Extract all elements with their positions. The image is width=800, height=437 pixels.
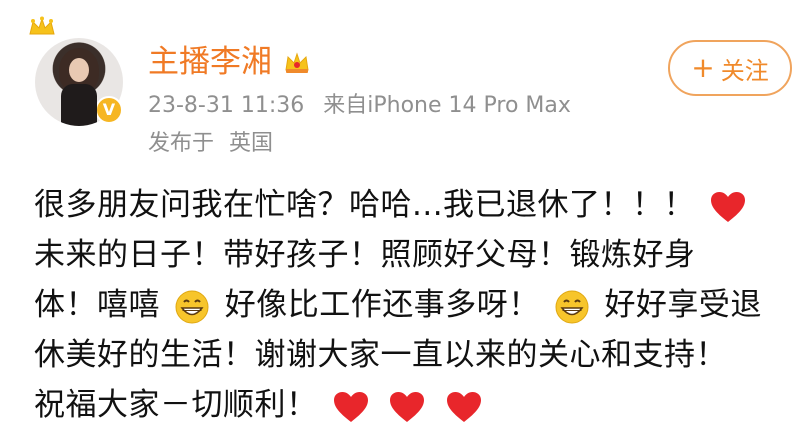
content-line: 未来的日子！带好孩子！照顾好父母！锻炼好身 — [34, 230, 798, 280]
author-row: 主播李湘 — [148, 42, 312, 82]
location-label: 发布于 — [148, 131, 215, 156]
location-value: 英国 — [229, 131, 274, 156]
content-line: 祝福大家－切顺利！ — [34, 380, 798, 430]
content-text: 体！嘻嘻 — [34, 287, 160, 323]
content-line: 很多朋友问我在忙啥？哈哈...我已退休了！！！ — [34, 180, 798, 230]
plus-icon: + — [691, 51, 715, 84]
content-text: 很多朋友问我在忙啥？哈哈...我已退休了！！！ — [34, 187, 696, 223]
avatar-container[interactable]: V — [29, 16, 123, 126]
grin-emoji-icon — [555, 290, 589, 323]
weibo-post: V 主播李湘 23-8-31 11:36 来自iPhone 14 Pro Max… — [0, 0, 800, 437]
content-line: 体！嘻嘻 好像比工作还事多呀！ 好好享受退 — [34, 280, 798, 330]
post-source: 来自iPhone 14 Pro Max — [323, 93, 571, 118]
content-text: 未来的日子！带好孩子！照顾好父母！锻炼好身 — [34, 237, 696, 273]
content-text: 祝福大家－切顺利！ — [34, 387, 318, 423]
heart-icon — [711, 191, 746, 222]
content-text: 好像比工作还事多呀！ — [224, 287, 540, 323]
vip-crown-icon — [285, 52, 309, 73]
post-timestamp: 23-8-31 11:36 — [148, 93, 305, 118]
post-location: 发布于 英国 — [148, 130, 281, 158]
crown-icon — [29, 16, 55, 35]
author-name[interactable]: 主播李湘 — [148, 42, 272, 82]
heart-icon — [446, 391, 481, 422]
post-meta: 23-8-31 11:36 来自iPhone 14 Pro Max — [148, 92, 583, 120]
follow-button[interactable]: + 关注 — [668, 40, 792, 96]
heart-icon — [333, 391, 368, 422]
heart-icon — [390, 391, 425, 422]
content-text: 好好享受退 — [604, 287, 762, 323]
verified-badge-icon: V — [95, 96, 123, 124]
grin-emoji-icon — [175, 290, 209, 323]
content-text: 休美好的生活！谢谢大家一直以来的关心和支持！ — [34, 337, 727, 373]
post-content: 很多朋友问我在忙啥？哈哈...我已退休了！！！ 未来的日子！带好孩子！照顾好父母… — [34, 180, 798, 430]
content-line: 休美好的生活！谢谢大家一直以来的关心和支持！ — [34, 330, 798, 380]
follow-label: 关注 — [720, 56, 769, 85]
